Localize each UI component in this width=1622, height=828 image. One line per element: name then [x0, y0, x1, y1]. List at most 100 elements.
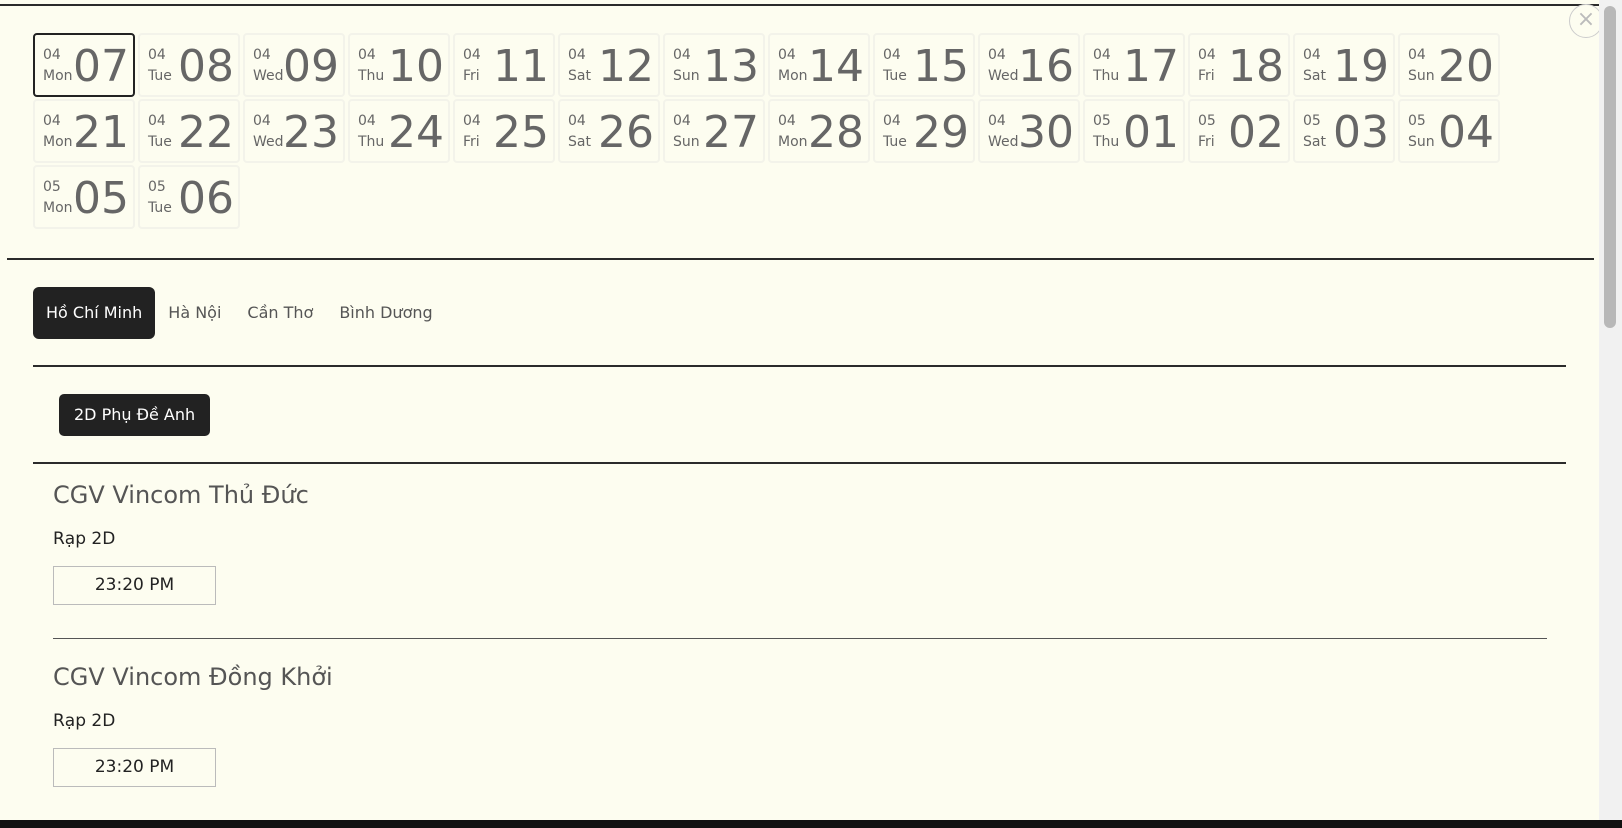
showtime-button[interactable]: 23:20 PM — [53, 748, 216, 787]
date-tile[interactable]: 04 Fri 18 — [1188, 33, 1290, 97]
date-month: 04 — [43, 113, 61, 129]
room-type: Rạp 2D — [53, 711, 116, 731]
date-day: 14 — [808, 41, 864, 92]
date-day: 22 — [178, 107, 234, 158]
date-day: 10 — [388, 41, 444, 92]
date-tile[interactable]: 04 Sat 12 — [558, 33, 660, 97]
date-tile[interactable]: 04 Wed 16 — [978, 33, 1080, 97]
date-tile[interactable]: 05 Sun 04 — [1398, 99, 1500, 163]
date-month: 04 — [568, 113, 586, 129]
date-tile[interactable]: 04 Sun 27 — [663, 99, 765, 163]
date-day: 07 — [73, 41, 129, 92]
date-weekday: Sat — [568, 68, 591, 84]
date-tile[interactable]: 04 Fri 25 — [453, 99, 555, 163]
date-tile[interactable]: 04 Tue 22 — [138, 99, 240, 163]
date-month: 05 — [1093, 113, 1111, 129]
date-weekday: Sun — [1408, 68, 1435, 84]
date-day: 23 — [283, 107, 339, 158]
date-day: 02 — [1228, 107, 1284, 158]
divider — [33, 365, 1566, 367]
date-day: 21 — [73, 107, 129, 158]
date-day: 18 — [1228, 41, 1284, 92]
date-day: 27 — [703, 107, 759, 158]
city-tab[interactable]: Hà Nội — [155, 287, 234, 339]
scrollbar-thumb[interactable] — [1604, 6, 1616, 328]
date-month: 04 — [883, 47, 901, 63]
date-day: 17 — [1123, 41, 1179, 92]
date-month: 04 — [358, 113, 376, 129]
date-tile[interactable]: 04 Mon 07 — [33, 33, 135, 97]
date-tile[interactable]: 05 Tue 06 — [138, 165, 240, 229]
date-tile[interactable]: 04 Sun 13 — [663, 33, 765, 97]
date-month: 05 — [1198, 113, 1216, 129]
date-tile[interactable]: 04 Wed 09 — [243, 33, 345, 97]
date-month: 05 — [1303, 113, 1321, 129]
date-day: 16 — [1018, 41, 1074, 92]
date-month: 05 — [43, 179, 61, 195]
date-weekday: Thu — [1093, 68, 1120, 84]
date-month: 04 — [253, 47, 271, 63]
date-tile[interactable]: 04 Fri 11 — [453, 33, 555, 97]
date-weekday: Mon — [43, 200, 73, 216]
date-month: 04 — [673, 113, 691, 129]
date-day: 29 — [913, 107, 969, 158]
date-month: 04 — [1303, 47, 1321, 63]
date-weekday: Fri — [463, 134, 480, 150]
date-month: 04 — [778, 47, 796, 63]
city-tab[interactable]: Cần Thơ — [234, 287, 326, 339]
date-tile[interactable]: 05 Fri 02 — [1188, 99, 1290, 163]
date-month: 04 — [883, 113, 901, 129]
date-day: 13 — [703, 41, 759, 92]
date-tile[interactable]: 04 Tue 08 — [138, 33, 240, 97]
date-month: 04 — [358, 47, 376, 63]
date-tile[interactable]: 04 Sat 19 — [1293, 33, 1395, 97]
date-day: 26 — [598, 107, 654, 158]
date-tile[interactable]: 04 Mon 28 — [768, 99, 870, 163]
date-tile[interactable]: 05 Thu 01 — [1083, 99, 1185, 163]
date-weekday: Tue — [148, 134, 172, 150]
date-day: 24 — [388, 107, 444, 158]
close-icon[interactable]: × — [1569, 4, 1603, 38]
date-day: 03 — [1333, 107, 1389, 158]
scrollbar[interactable] — [1599, 0, 1622, 820]
cinema-name: CGV Vincom Đồng Khởi — [53, 663, 333, 691]
city-tab[interactable]: Bình Dương — [326, 287, 445, 339]
date-tile[interactable]: 04 Mon 21 — [33, 99, 135, 163]
date-tile[interactable]: 05 Sat 03 — [1293, 99, 1395, 163]
date-tile[interactable]: 04 Wed 30 — [978, 99, 1080, 163]
date-tile[interactable]: 04 Thu 24 — [348, 99, 450, 163]
cinema-block: CGV Vincom Đồng Khởi Rạp 2D 23:20 PM — [53, 659, 1547, 787]
date-tile[interactable]: 04 Tue 15 — [873, 33, 975, 97]
date-tile[interactable]: 04 Sun 20 — [1398, 33, 1500, 97]
date-day: 28 — [808, 107, 864, 158]
date-day: 06 — [178, 173, 234, 224]
top-divider — [0, 4, 1600, 6]
cinema-name: CGV Vincom Thủ Đức — [53, 481, 309, 509]
date-tile[interactable]: 04 Thu 17 — [1083, 33, 1185, 97]
format-button[interactable]: 2D Phụ Đề Anh — [59, 394, 211, 436]
city-tab[interactable]: Hồ Chí Minh — [33, 287, 156, 339]
date-tile[interactable]: 04 Thu 10 — [348, 33, 450, 97]
date-weekday: Mon — [43, 68, 73, 84]
date-month: 04 — [148, 47, 166, 63]
date-weekday: Wed — [253, 134, 284, 150]
bottom-strip — [0, 820, 1622, 828]
date-day: 08 — [178, 41, 234, 92]
date-weekday: Tue — [148, 200, 172, 216]
date-day: 19 — [1333, 41, 1389, 92]
date-month: 04 — [463, 113, 481, 129]
date-month: 04 — [43, 47, 61, 63]
date-day: 15 — [913, 41, 969, 92]
date-tile[interactable]: 04 Wed 23 — [243, 99, 345, 163]
date-day: 30 — [1018, 107, 1074, 158]
date-tile[interactable]: 04 Tue 29 — [873, 99, 975, 163]
date-day: 04 — [1438, 107, 1494, 158]
date-tile[interactable]: 04 Sat 26 — [558, 99, 660, 163]
date-month: 04 — [673, 47, 691, 63]
date-tile[interactable]: 04 Mon 14 — [768, 33, 870, 97]
date-day: 09 — [283, 41, 339, 92]
showtime-button[interactable]: 23:20 PM — [53, 566, 216, 605]
date-month: 04 — [1198, 47, 1216, 63]
date-tile[interactable]: 05 Mon 05 — [33, 165, 135, 229]
date-day: 25 — [493, 107, 549, 158]
